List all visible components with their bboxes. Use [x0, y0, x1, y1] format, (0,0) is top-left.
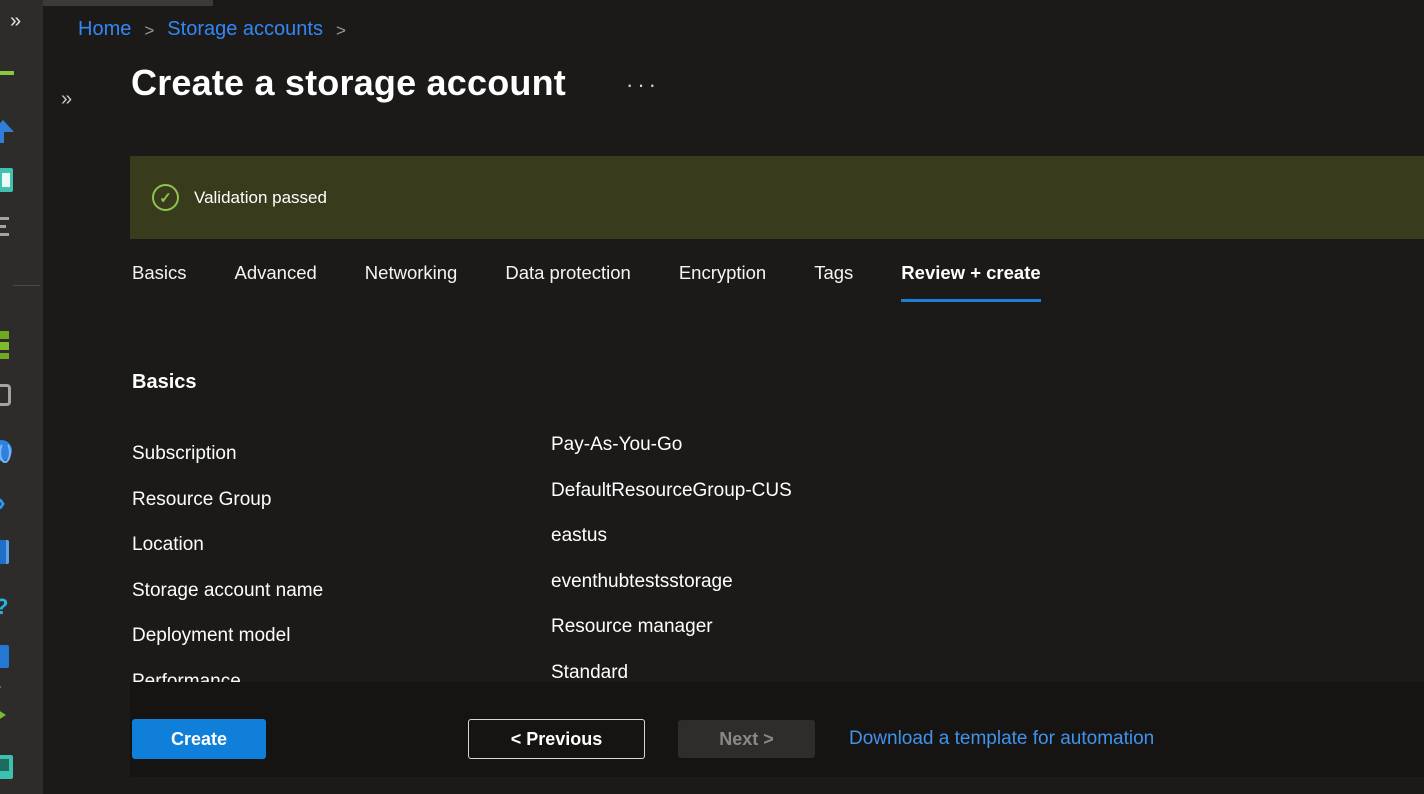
panel-icon[interactable] — [0, 645, 9, 668]
tab-basics[interactable]: Basics — [132, 262, 187, 302]
globe-icon[interactable] — [0, 440, 12, 461]
list-icon[interactable] — [0, 217, 9, 220]
field-value: Resource manager — [551, 616, 713, 638]
review-row: Location eastus — [132, 525, 1132, 571]
upload-arrow-stem-icon — [0, 131, 4, 143]
plus-icon[interactable]: + — [0, 680, 1, 696]
tab-advanced[interactable]: Advanced — [235, 262, 317, 302]
sidebar-divider — [13, 285, 40, 286]
chevron-separator-icon: > — [336, 21, 346, 41]
review-row: Storage account name eventhubtestsstorag… — [132, 571, 1132, 617]
previous-button[interactable]: < Previous — [468, 719, 645, 759]
list-icon — [0, 233, 9, 236]
breadcrumb-home-link[interactable]: Home — [78, 18, 131, 41]
top-edge-bar — [13, 0, 213, 6]
tab-networking[interactable]: Networking — [365, 262, 458, 302]
review-row: Subscription Pay-As-You-Go — [132, 434, 1132, 480]
field-label: Resource Group — [132, 489, 271, 511]
breadcrumb: Home > Storage accounts > — [78, 18, 346, 41]
review-field-list: Subscription Pay-As-You-Go Resource Grou… — [132, 434, 1132, 708]
review-row: Resource Group DefaultResourceGroup-CUS — [132, 480, 1132, 526]
list-icon — [0, 225, 6, 228]
sidebar-expand-icon[interactable]: » — [10, 10, 19, 33]
field-value: eastus — [551, 525, 607, 547]
chevron-separator-icon: > — [144, 21, 154, 41]
validation-banner-text: Validation passed — [194, 188, 327, 208]
field-value: eventhubtestsstorage — [551, 571, 733, 593]
tab-bar: Basics Advanced Networking Data protecti… — [132, 262, 1041, 302]
field-value: Standard — [551, 662, 628, 684]
basics-section-heading: Basics — [132, 371, 197, 394]
grid-icon[interactable] — [0, 331, 9, 339]
success-check-icon: ✓ — [152, 184, 179, 211]
play-icon[interactable] — [0, 706, 6, 724]
left-nav-sidebar: » › ? + — [0, 0, 43, 794]
content-expand-icon[interactable]: » — [61, 88, 70, 111]
breadcrumb-storage-accounts-link[interactable]: Storage accounts — [167, 18, 323, 41]
review-row: Deployment model Resource manager — [132, 616, 1132, 662]
download-template-link[interactable]: Download a template for automation — [849, 728, 1154, 750]
field-value: DefaultResourceGroup-CUS — [551, 480, 792, 502]
create-button[interactable]: Create — [132, 719, 266, 759]
page-title: Create a storage account — [131, 62, 566, 104]
help-icon[interactable]: ? — [0, 596, 8, 618]
field-label: Location — [132, 534, 204, 556]
tab-encryption[interactable]: Encryption — [679, 262, 766, 302]
validation-banner: ✓ Validation passed — [130, 156, 1424, 239]
field-label: Deployment model — [132, 625, 290, 647]
field-label: Subscription — [132, 443, 237, 465]
table-storage-icon[interactable] — [0, 168, 13, 192]
tab-review-create[interactable]: Review + create — [901, 262, 1040, 302]
grid-icon — [0, 342, 9, 350]
monitor-icon[interactable] — [0, 384, 11, 406]
field-value: Pay-As-You-Go — [551, 434, 682, 456]
tab-data-protection[interactable]: Data protection — [505, 262, 630, 302]
field-label: Storage account name — [132, 580, 323, 602]
chevron-right-icon[interactable]: › — [0, 489, 6, 515]
more-menu-icon[interactable]: ··· — [626, 72, 660, 98]
next-button[interactable]: Next > — [678, 720, 815, 758]
dash-icon[interactable] — [0, 71, 14, 75]
terminal-icon[interactable] — [0, 755, 13, 779]
window-icon[interactable] — [0, 540, 9, 564]
tab-tags[interactable]: Tags — [814, 262, 853, 302]
grid-icon — [0, 353, 9, 359]
